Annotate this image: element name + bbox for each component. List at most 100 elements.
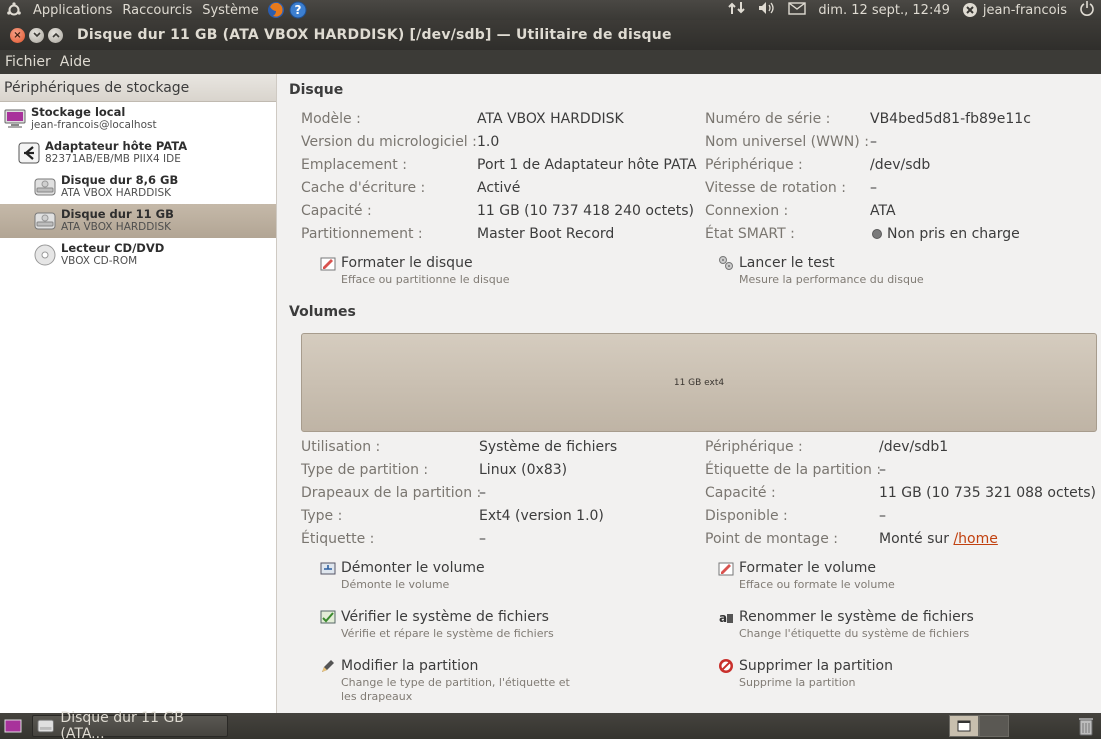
- window-titlebar[interactable]: × Disque dur 11 GB (ATA VBOX HARDDISK) […: [0, 20, 1101, 50]
- field-value: –: [479, 531, 486, 547]
- sidebar-item-sublabel: ATA VBOX HARDDISK: [61, 187, 172, 199]
- close-window-button[interactable]: ×: [10, 27, 25, 43]
- workspace-1[interactable]: [949, 715, 979, 737]
- show-desktop-icon[interactable]: [4, 717, 22, 735]
- edit-partition-button[interactable]: Modifier la partition Change le type de …: [319, 658, 570, 704]
- bottom-panel: Disque dur 11 GB (ATA...: [0, 710, 1101, 739]
- field-label: Emplacement :: [301, 157, 407, 173]
- status-dot-icon: [872, 229, 882, 239]
- action-desc: Vérifie et répare le système de fichiers: [341, 627, 554, 640]
- workspace-2[interactable]: [979, 715, 1009, 737]
- storage-sidebar: Périphériques de stockage Stockage local…: [0, 74, 277, 713]
- minimize-window-button[interactable]: [29, 27, 44, 43]
- action-title: Renommer le système de fichiers: [739, 609, 974, 625]
- benchmark-button[interactable]: Lancer le test Mesure la performance du …: [717, 255, 924, 287]
- field-value: Activé: [477, 180, 521, 196]
- help-icon[interactable]: ?: [288, 0, 308, 20]
- benchmark-icon: [717, 255, 735, 273]
- network-icon[interactable]: [728, 1, 746, 19]
- user-menu[interactable]: jean-francois: [962, 2, 1067, 18]
- menu-systeme[interactable]: Système: [197, 3, 263, 18]
- sidebar-item-adaptateur-pata[interactable]: Adaptateur hôte PATA 82371AB/EB/MB PIIX4…: [0, 136, 276, 170]
- field-label: Capacité :: [301, 203, 372, 219]
- action-title: Vérifier le système de fichiers: [341, 609, 549, 625]
- field-value: Ext4 (version 1.0): [479, 508, 604, 524]
- firefox-icon[interactable]: [266, 0, 286, 20]
- field-value: Port 1 de Adaptateur hôte PATA: [477, 157, 697, 173]
- volume-icon[interactable]: [758, 1, 776, 19]
- computer-icon: [3, 107, 27, 131]
- field-label: Partitionnement :: [301, 226, 423, 242]
- action-title: Démonter le volume: [341, 560, 485, 576]
- field-label: Disponible :: [705, 508, 788, 524]
- check-filesystem-button[interactable]: Vérifier le système de fichiers Vérifie …: [319, 609, 554, 641]
- field-label: Périphérique :: [705, 157, 803, 173]
- sidebar-item-sublabel: VBOX CD-ROM: [61, 255, 138, 267]
- field-label: État SMART :: [705, 226, 795, 242]
- field-value: 11 GB (10 737 418 240 octets): [477, 203, 695, 219]
- sidebar-item-label: Stockage local: [31, 105, 126, 119]
- sidebar-header: Périphériques de stockage: [0, 74, 276, 102]
- field-label: Connexion :: [705, 203, 789, 219]
- adapter-icon: [17, 141, 41, 165]
- menu-fichier[interactable]: Fichier: [1, 54, 55, 70]
- sidebar-item-label: Disque dur 11 GB: [61, 207, 174, 221]
- field-label: Étiquette de la partition :: [705, 462, 882, 478]
- menu-aide[interactable]: Aide: [56, 54, 95, 70]
- field-label: Capacité :: [705, 485, 776, 501]
- menu-applications[interactable]: Applications: [28, 3, 117, 18]
- format-disk-button[interactable]: Formater le disque Efface ou partitionne…: [319, 255, 510, 287]
- field-value: –: [879, 508, 886, 524]
- field-value: ATA VBOX HARDDISK: [477, 111, 624, 127]
- action-desc: Change l'étiquette du système de fichier…: [739, 627, 970, 640]
- unmount-icon: [319, 560, 337, 578]
- field-value: Linux (0x83): [479, 462, 568, 478]
- user-status-icon: [962, 3, 977, 17]
- field-label: Type :: [301, 508, 343, 524]
- sidebar-item-disque-11gb[interactable]: Disque dur 11 GB ATA VBOX HARDDISK: [0, 204, 276, 238]
- ubuntu-logo-icon[interactable]: [4, 0, 24, 20]
- details-pane: Disque Modèle : ATA VBOX HARDDISK Versio…: [278, 74, 1101, 713]
- sidebar-item-label: Disque dur 8,6 GB: [61, 173, 179, 187]
- field-label: Drapeaux de la partition :: [301, 485, 482, 501]
- action-desc: Démonte le volume: [341, 578, 450, 591]
- taskbar-window-button[interactable]: Disque dur 11 GB (ATA...: [32, 710, 228, 739]
- harddisk-icon: [33, 175, 57, 199]
- sidebar-item-stockage-local[interactable]: Stockage local jean-francois@localhost: [0, 102, 276, 136]
- sidebar-item-disque-8-6gb[interactable]: Disque dur 8,6 GB ATA VBOX HARDDISK: [0, 170, 276, 204]
- volume-bar-label: 11 GB ext4: [673, 377, 725, 388]
- field-value: /dev/sdb: [870, 157, 931, 173]
- user-name: jean-francois: [982, 2, 1067, 18]
- field-value: Master Boot Record: [477, 226, 615, 242]
- field-value: /dev/sdb1: [879, 439, 949, 455]
- top-panel: Applications Raccourcis Système ? dim. 1…: [0, 0, 1101, 20]
- action-title: Formater le disque: [341, 255, 473, 271]
- maximize-window-button[interactable]: [48, 27, 63, 43]
- unmount-volume-button[interactable]: Démonter le volume Démonte le volume: [319, 560, 485, 592]
- power-icon[interactable]: [1079, 0, 1095, 20]
- field-value: 11 GB (10 735 321 088 octets): [879, 485, 1097, 501]
- trash-icon[interactable]: [1075, 715, 1097, 737]
- menu-raccourcis[interactable]: Raccourcis: [117, 3, 197, 18]
- svg-text:?: ?: [294, 3, 301, 17]
- delete-partition-button[interactable]: Supprimer la partition Supprime la parti…: [717, 658, 893, 690]
- mount-point-link[interactable]: /home: [953, 531, 997, 547]
- format-volume-button[interactable]: Formater le volume Efface ou formate le …: [717, 560, 895, 592]
- rename-filesystem-button[interactable]: a Renommer le système de fichiers Change…: [717, 609, 974, 641]
- sidebar-item-lecteur-cd[interactable]: Lecteur CD/DVD VBOX CD-ROM: [0, 238, 276, 272]
- field-value: –: [479, 485, 486, 501]
- svg-text:a: a: [719, 611, 727, 625]
- volumes-section-title: Volumes: [289, 304, 356, 320]
- rename-icon: a: [717, 609, 735, 627]
- taskbar-window-label: Disque dur 11 GB (ATA...: [60, 710, 184, 739]
- volume-partition-bar[interactable]: 11 GB ext4: [301, 333, 1097, 432]
- action-desc: les drapeaux: [341, 690, 413, 703]
- mount-point-value: Monté sur /home: [879, 531, 998, 549]
- field-label: Étiquette :: [301, 531, 375, 547]
- mail-icon[interactable]: [788, 1, 807, 19]
- clock[interactable]: dim. 12 sept., 12:49: [818, 3, 949, 18]
- sidebar-item-sublabel: jean-francois@localhost: [31, 119, 157, 131]
- format-icon: [319, 255, 337, 273]
- field-label: Nom universel (WWN) :: [705, 134, 869, 150]
- action-title: Supprimer la partition: [739, 658, 893, 674]
